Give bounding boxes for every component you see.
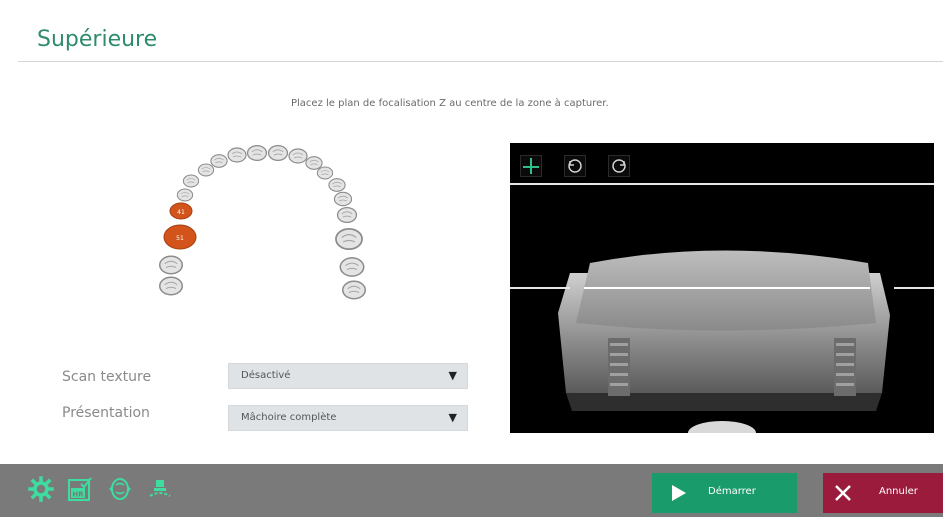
- cancel-button[interactable]: Annuler: [823, 473, 943, 513]
- start-button-label: Démarrer: [708, 486, 756, 497]
- tooth-label: 41: [177, 209, 185, 216]
- rotate-right-button[interactable]: [608, 155, 630, 177]
- cancel-button-label: Annuler: [879, 486, 918, 497]
- presentation-value: Mâchoire complète: [241, 412, 337, 423]
- scanner-icon[interactable]: [147, 476, 173, 502]
- scan-texture-value: Désactivé: [241, 370, 291, 381]
- tooth[interactable]: [328, 178, 346, 192]
- tooth[interactable]: [159, 276, 183, 296]
- rotate-left-icon: [568, 159, 582, 173]
- tooth[interactable]: [176, 188, 194, 202]
- page-title: Supérieure: [37, 27, 158, 52]
- header: Supérieure: [0, 0, 943, 61]
- tooth[interactable]: [333, 191, 353, 207]
- svg-text:HR: HR: [72, 491, 84, 499]
- tooth-selected[interactable]: 51: [163, 224, 197, 250]
- start-button[interactable]: Démarrer: [652, 473, 797, 513]
- tooth[interactable]: [288, 148, 308, 164]
- hr-icon[interactable]: HR: [67, 476, 93, 502]
- tooth[interactable]: [246, 145, 268, 161]
- tooth[interactable]: [335, 227, 363, 251]
- bottom-toolbar: HR Démarrer Annuler: [0, 464, 943, 517]
- tooth-icon[interactable]: [107, 476, 133, 502]
- scan-image: [510, 183, 934, 433]
- tooth[interactable]: [182, 174, 200, 188]
- scan-texture-select[interactable]: Désactivé ▼: [228, 363, 468, 389]
- tooth-chart: 41 51: [159, 145, 366, 300]
- tooth[interactable]: [210, 154, 228, 168]
- tooth-label: 51: [176, 235, 184, 242]
- focus-plane-icon: [523, 158, 539, 174]
- tooth[interactable]: [339, 257, 365, 277]
- header-divider: [18, 61, 943, 62]
- play-icon: [672, 485, 686, 501]
- rotate-right-icon: [612, 159, 626, 173]
- rotate-left-button[interactable]: [564, 155, 586, 177]
- tooth[interactable]: [342, 280, 366, 300]
- presentation-label: Présentation: [62, 405, 150, 421]
- tooth[interactable]: [336, 207, 358, 223]
- chevron-down-icon: ▼: [448, 369, 457, 382]
- tooth[interactable]: [197, 163, 215, 177]
- tooth-selected[interactable]: 41: [169, 202, 193, 220]
- gear-icon[interactable]: [28, 476, 54, 502]
- tooth[interactable]: [227, 147, 247, 163]
- presentation-select[interactable]: Mâchoire complète ▼: [228, 405, 468, 431]
- tooth[interactable]: [159, 255, 183, 275]
- scan-texture-label: Scan texture: [62, 369, 152, 385]
- close-icon: [835, 485, 851, 501]
- focus-plane-button[interactable]: [520, 155, 542, 177]
- tooth[interactable]: [316, 166, 334, 180]
- instruction-text: Placez le plan de focalisation Z au cent…: [291, 98, 609, 109]
- tooth[interactable]: [267, 145, 289, 161]
- camera-preview[interactable]: [510, 143, 934, 433]
- chevron-down-icon: ▼: [448, 411, 457, 424]
- tooth[interactable]: [305, 156, 323, 170]
